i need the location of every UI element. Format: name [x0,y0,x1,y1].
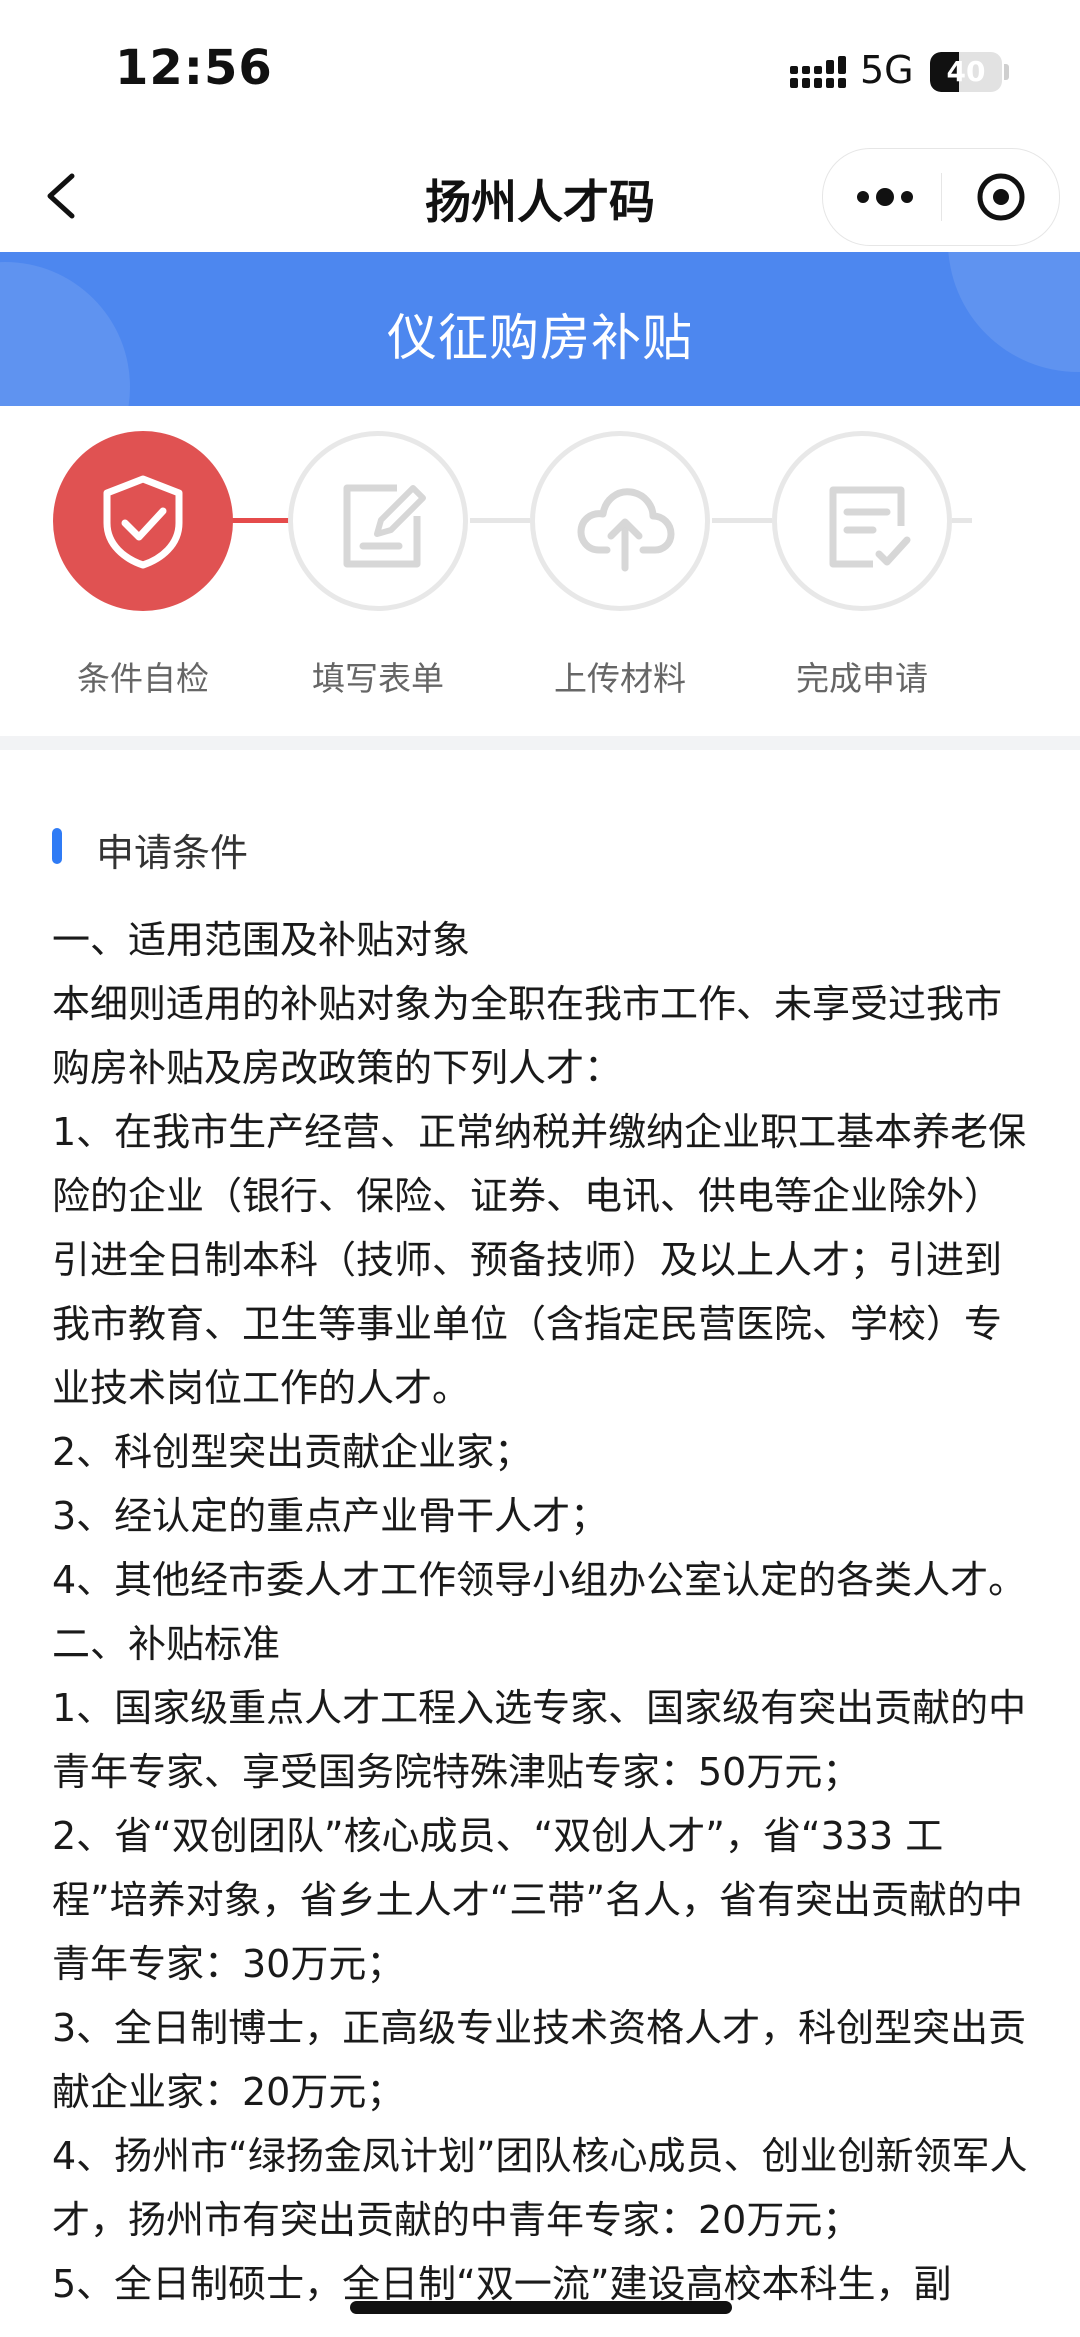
step-3 [530,431,710,611]
step-label-4: 完成申请 [796,659,928,698]
paragraph: 4、扬州市“绿扬金凤计划”团队核心成员、创业创新领军人才，扬州市有突出贡献的中青… [52,2134,1028,2242]
edit-form-icon [343,484,426,568]
document-check-icon [829,486,911,568]
step-connector-3 [712,518,772,523]
close-target-icon[interactable] [975,171,1027,223]
status-bar: 12:56 5G 40 [0,0,1080,140]
step-connector-1 [230,518,290,523]
status-time: 12:56 [115,40,273,96]
paragraph: 3、经认定的重点产业骨干人才； [52,1494,609,1538]
battery-tip [1004,64,1009,80]
step-2 [288,431,468,611]
paragraph: 1、在我市生产经营、正常纳税并缴纳企业职工基本养老保险的企业（银行、保险、证券、… [52,1110,1027,1410]
paragraph: 二、补贴标准 [52,1622,281,1666]
network-type: 5G [860,48,914,92]
step-connector-2 [470,518,530,523]
step-label-3: 上传材料 [554,659,686,698]
step-1 [53,431,233,611]
shield-check-icon [103,475,183,569]
battery-level: 40 [946,55,986,88]
mini-program-capsule [822,148,1060,246]
section-header-title: 申请条件 [96,831,249,875]
section-divider [0,736,1080,750]
conditions-text: 一、适用范围及补贴对象 本细则适用的补贴对象为全职在我市工作、未享受过我市购房补… [52,908,1037,2316]
paragraph: 4、其他经市委人才工作领导小组办公室认定的各类人才。 [52,1558,1027,1602]
step-label-1: 条件自检 [77,659,209,698]
paragraph: 2、科创型突出贡献企业家； [52,1430,533,1474]
signal-icon [790,56,846,88]
paragraph: 3、全日制博士，正高级专业技术资格人才，科创型突出贡献企业家：20万元； [52,2006,1027,2114]
step-connector-4 [952,518,972,523]
capsule-divider [941,173,942,221]
banner-title: 仪征购房补贴 [387,309,693,367]
section-header-accent [52,828,62,864]
cloud-upload-icon [577,488,675,572]
paragraph: 一、适用范围及补贴对象 [52,918,471,962]
battery-icon: 40 [930,52,1002,92]
paragraph: 1、国家级重点人才工程入选专家、国家级有突出贡献的中青年专家、享受国务院特殊津贴… [52,1686,1027,1794]
step-label-2: 填写表单 [312,659,444,698]
home-indicator[interactable] [350,2301,732,2314]
paragraph: 2、省“双创团队”核心成员、“双创人才”，省“333 工程”培养对象，省乡土人才… [52,1814,1024,1986]
step-progress: 条件自检 填写表单 上传材料 完成申请 [0,406,1080,736]
step-4 [772,431,952,611]
paragraph: 本细则适用的补贴对象为全职在我市工作、未享受过我市购房补贴及房改政策的下列人才： [52,982,1003,1090]
more-icon[interactable] [853,177,917,217]
nav-bar: 扬州人才码 [0,140,1080,252]
banner: 仪征购房补贴 [0,252,1080,406]
